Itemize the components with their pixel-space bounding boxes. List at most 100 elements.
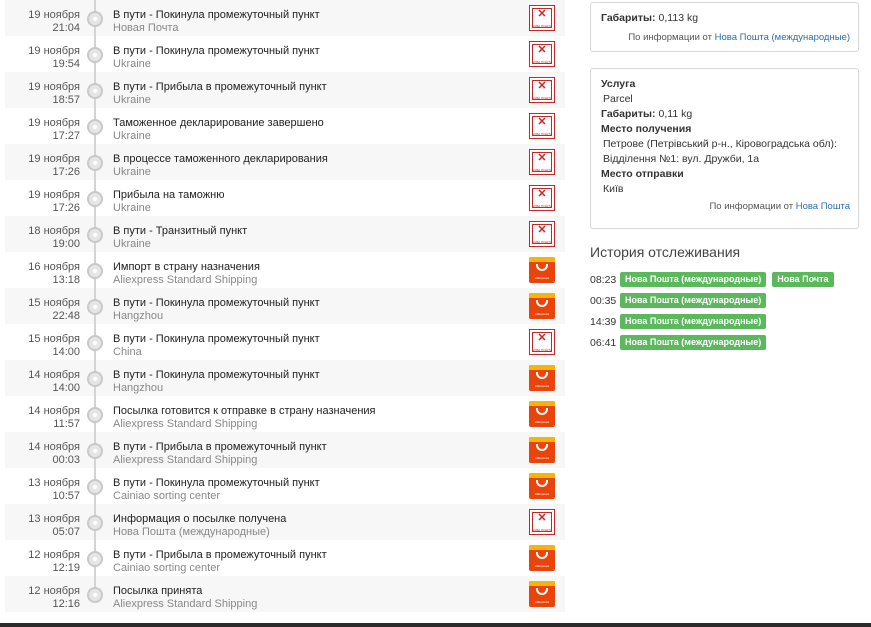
event-info: Таможенное декларирование завершено Ukrai… xyxy=(110,108,529,143)
nova-poshta-logo-glyph: ✕ xyxy=(537,8,547,20)
history-row: 00:35 Нова Пошта (международные) xyxy=(590,290,860,311)
event-datetime: 19 ноября 18:57 xyxy=(5,72,80,107)
event-info: В пути - Покинула промежуточный пункт Нов… xyxy=(110,0,529,35)
timeline-rail xyxy=(80,36,110,72)
timeline-row: 14 ноября 14:00 В пути - Покинула промежут… xyxy=(5,360,565,396)
event-place: Aliexpress Standard Shipping xyxy=(113,418,258,430)
origin-label: Место отправки xyxy=(601,168,684,180)
timeline-rail xyxy=(80,432,110,468)
timeline-row: 15 ноября 22:48 В пути - Покинула промежут… xyxy=(5,288,565,324)
event-date: 14 ноября xyxy=(28,441,80,453)
event-time: 12:16 xyxy=(52,598,80,610)
dims-value: 0,113 kg xyxy=(658,12,699,24)
event-datetime: 19 ноября 19:54 xyxy=(5,36,80,71)
parcel-info-card: Услуга Parcel Габариты: 0,11 kg Место по… xyxy=(590,68,859,229)
event-status: В пути - Покинула промежуточный пункт xyxy=(113,297,320,309)
timeline-dot-icon xyxy=(87,155,103,171)
carrier-tag[interactable]: Нова Пошта (международные) xyxy=(620,293,767,308)
event-status: В пути - Покинула промежуточный пункт xyxy=(113,477,320,489)
nova-poshta-logo-icon: ✕ НОВА ПОШТА xyxy=(529,149,555,175)
event-status: Импорт в страну назначения xyxy=(113,261,260,273)
event-date: 19 ноября xyxy=(28,117,80,129)
event-status: В пути - Покинула промежуточный пункт xyxy=(113,9,320,21)
event-datetime: 14 ноября 00:03 xyxy=(5,432,80,467)
event-place: Hangzhou xyxy=(113,310,164,322)
event-date: 14 ноября xyxy=(28,405,80,417)
carrier-tag[interactable]: Нова Пошта (международные) xyxy=(620,335,767,350)
nova-poshta-logo-icon: ✕ НОВА ПОШТА xyxy=(529,329,555,355)
timeline-rail xyxy=(80,324,110,360)
event-datetime: 14 ноября 14:00 xyxy=(5,360,80,395)
event-place: Ukraine xyxy=(113,166,151,178)
timeline-rail xyxy=(80,216,110,252)
event-info: В пути - Покинула промежуточный пункт Chi… xyxy=(110,324,529,359)
timeline-row: 12 ноября 12:19 В пути - Прибыла в промежу… xyxy=(5,540,565,576)
dims-label: Габариты: xyxy=(601,12,656,24)
timeline-dot-icon xyxy=(87,587,103,603)
carrier-link-intl[interactable]: Нова Пошта (международные) xyxy=(715,32,850,43)
carrier-tag[interactable]: Нова Почта xyxy=(772,272,834,287)
history-time: 00:35 xyxy=(590,294,617,307)
aliexpress-logo-icon: AliExpress xyxy=(529,257,555,283)
event-time: 14:00 xyxy=(52,382,80,394)
event-place: Нова Пошта (международные) xyxy=(113,526,270,538)
event-datetime: 16 ноября 13:18 xyxy=(5,252,80,287)
timeline-rail xyxy=(80,540,110,576)
event-status: В пути - Транзитный пункт xyxy=(113,225,248,237)
aliexpress-logo-text: AliExpress xyxy=(534,384,550,388)
service-label: Услуга xyxy=(601,78,636,90)
event-time: 18:57 xyxy=(52,94,80,106)
nova-poshta-logo-text: НОВА ПОШТА xyxy=(531,168,553,172)
aliexpress-logo-icon: AliExpress xyxy=(529,581,555,607)
service-value: Parcel xyxy=(603,93,633,105)
timeline-dot-icon xyxy=(87,407,103,423)
timeline-dot-icon xyxy=(87,119,103,135)
dims-value: 0,11 kg xyxy=(658,108,693,120)
event-info: В процессе таможенного декларирования Ukr… xyxy=(110,144,529,179)
source-prefix: По информации от xyxy=(628,32,712,43)
timeline-dot-icon xyxy=(87,191,103,207)
event-info: В пути - Прибыла в промежуточный пункт Ca… xyxy=(110,540,529,575)
nova-poshta-logo-glyph: ✕ xyxy=(537,80,547,92)
aliexpress-logo-text: AliExpress xyxy=(534,420,550,424)
event-info: В пути - Транзитный пункт Ukraine xyxy=(110,216,529,251)
nova-poshta-logo-icon: ✕ НОВА ПОШТА xyxy=(529,113,555,139)
event-info: В пути - Прибыла в промежуточный пункт Al… xyxy=(110,432,529,467)
timeline-row: 14 ноября 11:57 Посылка готовится к отправ… xyxy=(5,396,565,432)
event-info: Импорт в страну назначения Aliexpress Sta… xyxy=(110,252,529,287)
parcel-info-card-intl: Габариты: 0,113 kg По информации от Нова… xyxy=(590,2,859,52)
event-time: 19:54 xyxy=(52,58,80,70)
timeline-dot-icon xyxy=(87,83,103,99)
timeline-row: 15 ноября 14:00 В пути - Покинула промежут… xyxy=(5,324,565,360)
timeline-rail xyxy=(80,504,110,540)
carrier-tag[interactable]: Нова Пошта (международные) xyxy=(620,314,767,329)
carrier-tag[interactable]: Нова Пошта (международные) xyxy=(620,272,767,287)
event-date: 18 ноября xyxy=(28,225,80,237)
event-status: В пути - Покинула промежуточный пункт xyxy=(113,369,320,381)
event-datetime: 15 ноября 22:48 xyxy=(5,288,80,323)
dims-label: Габариты: xyxy=(601,108,656,120)
event-time: 13:18 xyxy=(52,274,80,286)
event-datetime: 14 ноября 11:57 xyxy=(5,396,80,431)
event-status: Посылка принята xyxy=(113,585,203,597)
history-time: 08:23 xyxy=(590,273,617,286)
timeline-rail xyxy=(80,252,110,288)
carrier-link[interactable]: Нова Пошта xyxy=(796,201,850,212)
timeline-dot-icon xyxy=(87,227,103,243)
event-date: 15 ноября xyxy=(28,333,80,345)
event-datetime: 18 ноября 19:00 xyxy=(5,216,80,251)
timeline-rail xyxy=(80,180,110,216)
nova-poshta-logo-text: НОВА ПОШТА xyxy=(531,240,553,244)
event-place: Aliexpress Standard Shipping xyxy=(113,598,258,610)
nova-poshta-logo-glyph: ✕ xyxy=(537,44,547,56)
event-status: В процессе таможенного декларирования xyxy=(113,153,328,165)
aliexpress-logo-icon: AliExpress xyxy=(529,437,555,463)
nova-poshta-logo-icon: ✕ НОВА ПОШТА xyxy=(529,41,555,67)
timeline-row: 12 ноября 12:16 Посылка принята Aliexpress … xyxy=(5,576,565,612)
timeline-dot-icon xyxy=(87,443,103,459)
timeline-rail xyxy=(80,144,110,180)
event-datetime: 19 ноября 17:26 xyxy=(5,144,80,179)
event-info: Прибыла на таможню Ukraine xyxy=(110,180,529,215)
aliexpress-logo-icon: AliExpress xyxy=(529,545,555,571)
event-info: В пути - Покинула промежуточный пункт Cai… xyxy=(110,468,529,503)
